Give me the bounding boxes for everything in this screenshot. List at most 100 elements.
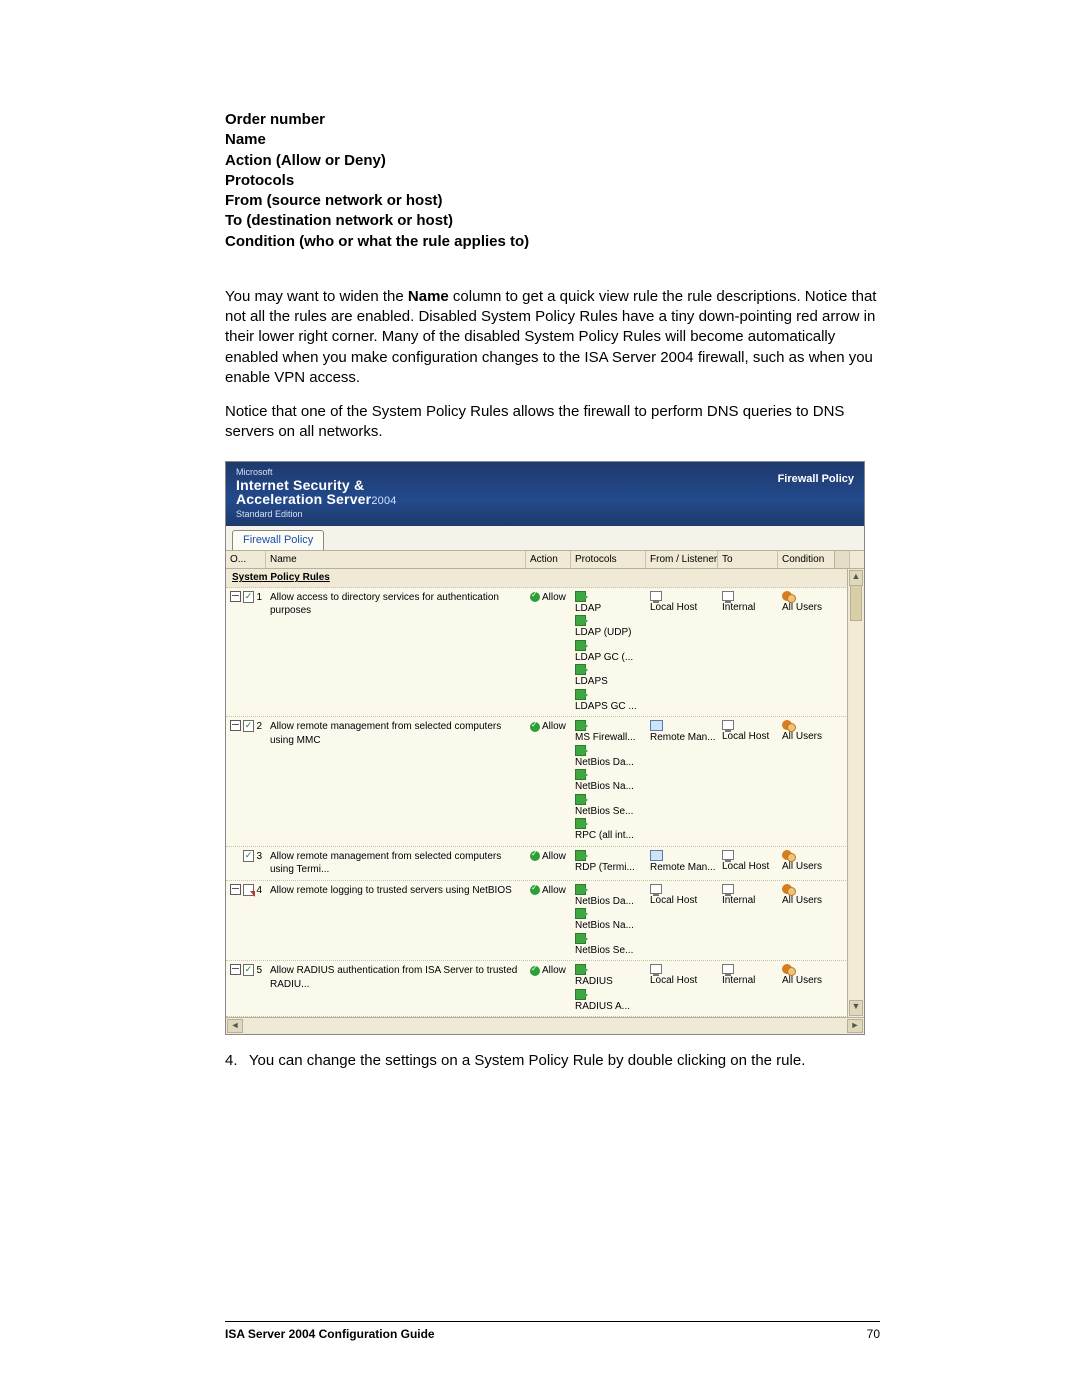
action-text: Allow [542,721,566,732]
col-action: Action (Allow or Deny) [225,151,880,171]
protocol-item: RDP (Termi... [575,850,642,875]
network-host-icon [650,964,662,974]
tab-firewall-policy[interactable]: Firewall Policy [232,530,324,550]
para1-pre: You may want to widen the [225,288,408,305]
from-item: Local Host [650,591,714,615]
tab-bar: Firewall Policy [226,526,864,551]
protocol-item: NetBios Na... [575,769,642,794]
header-right-label: Firewall Policy [778,472,854,487]
table-row[interactable]: 3Allow remote management from selected c… [226,847,864,881]
table-row[interactable]: 4Allow remote logging to trusted servers… [226,881,864,962]
scroll-track[interactable] [850,585,862,1001]
scroll-left-icon[interactable]: ◄ [227,1019,243,1033]
rule-name: Allow access to directory services for a… [266,591,526,714]
rule-to: Local Host [718,720,778,843]
protocol-item: LDAP GC (... [575,640,642,665]
rule-action: Allow [526,591,571,714]
network-host-icon [722,720,734,730]
rule-enabled-icon [243,591,255,603]
document-page: Order number Name Action (Allow or Deny)… [0,0,1080,1397]
table-row[interactable]: 5Allow RADIUS authentication from ISA Se… [226,961,864,1017]
from-item: Local Host [650,964,714,988]
rule-name: Allow RADIUS authentication from ISA Ser… [266,964,526,1013]
protocol-item: LDAPS [575,664,642,689]
allow-icon [530,885,540,895]
col-order: Order number [225,110,880,130]
horizontal-scrollbar[interactable]: ◄ ► [226,1017,864,1034]
action-text: Allow [542,592,566,603]
users-icon [782,591,792,601]
scroll-thumb[interactable] [850,585,862,621]
collapse-icon[interactable] [230,720,241,731]
protocol-icon [575,689,586,700]
protocol-icon [575,720,586,731]
vertical-scrollbar[interactable]: ▲ ▼ [847,569,864,1017]
network-host-icon [650,884,662,894]
col-protocols: Protocols [225,171,880,191]
allow-icon [530,966,540,976]
protocol-item: LDAPS GC ... [575,689,642,714]
rule-protocols: RADIUSRADIUS A... [571,964,646,1013]
rule-action: Allow [526,720,571,843]
order-number: 2 [256,720,262,734]
hdr-scroll-spacer [834,551,850,569]
collapse-icon[interactable] [230,964,241,975]
to-item: Internal [722,884,774,908]
protocol-icon [575,591,586,602]
hdr-action[interactable]: Action [526,551,571,569]
protocol-item: NetBios Se... [575,933,642,958]
step-4-number: 4. [225,1051,245,1071]
protocol-item: RADIUS A... [575,989,642,1014]
table-row[interactable]: 2 Allow remote management from selected c… [226,717,864,847]
hdr-condition[interactable]: Condition [778,551,834,569]
protocol-item: NetBios Na... [575,908,642,933]
hdr-protocols[interactable]: Protocols [571,551,646,569]
users-icon [782,964,792,974]
users-icon [782,850,792,860]
scroll-down-icon[interactable]: ▼ [849,1000,863,1016]
protocol-item: LDAP (UDP) [575,615,642,640]
allow-icon [530,592,540,602]
from-item: Remote Man... [650,850,714,875]
hdr-from[interactable]: From / Listener [646,551,718,569]
to-item: Internal [722,591,774,615]
rule-name: Allow remote management from selected co… [266,850,526,877]
protocol-icon [575,769,586,780]
protocol-icon [575,615,586,626]
action-text: Allow [542,885,566,896]
protocol-icon [575,745,586,756]
brand-year: 2004 [371,495,396,507]
collapse-icon[interactable] [230,591,241,602]
rule-action: Allow [526,850,571,877]
col-name: Name [225,130,880,150]
scroll-right-icon[interactable]: ► [847,1019,863,1033]
rule-to: Internal [718,884,778,958]
hdr-name[interactable]: Name [266,551,526,569]
scroll-up-icon[interactable]: ▲ [849,570,863,586]
rule-action: Allow [526,884,571,958]
footer-title: ISA Server 2004 Configuration Guide [225,1327,435,1341]
step-4-text: You can change the settings on a System … [249,1052,805,1069]
rule-enabled-icon [243,720,255,732]
computer-set-icon [650,720,663,731]
step-4: 4. You can change the settings on a Syst… [225,1051,880,1071]
to-item: Local Host [722,720,774,744]
paragraph-widen-name: You may want to widen the Name column to… [225,287,880,388]
rule-name: Allow remote management from selected co… [266,720,526,843]
rule-protocols: MS Firewall...NetBios Da...NetBios Na...… [571,720,646,843]
hdr-order[interactable]: O... [226,551,266,569]
col-from: From (source network or host) [225,191,880,211]
rule-condition: All Users [778,591,834,714]
rule-from: Local Host [646,884,718,958]
rule-condition: All Users [778,850,834,877]
rule-to: Internal [718,591,778,714]
network-host-icon [650,591,662,601]
collapse-icon[interactable] [230,884,241,895]
table-row[interactable]: 1Allow access to directory services for … [226,588,864,718]
para1-bold: Name [408,288,449,305]
isa-firewall-screenshot: Microsoft Internet Security & Accelerati… [225,461,865,1036]
hdr-to[interactable]: To [718,551,778,569]
action-text: Allow [542,851,566,862]
order-number: 4 [256,884,262,898]
computer-set-icon [650,850,663,861]
